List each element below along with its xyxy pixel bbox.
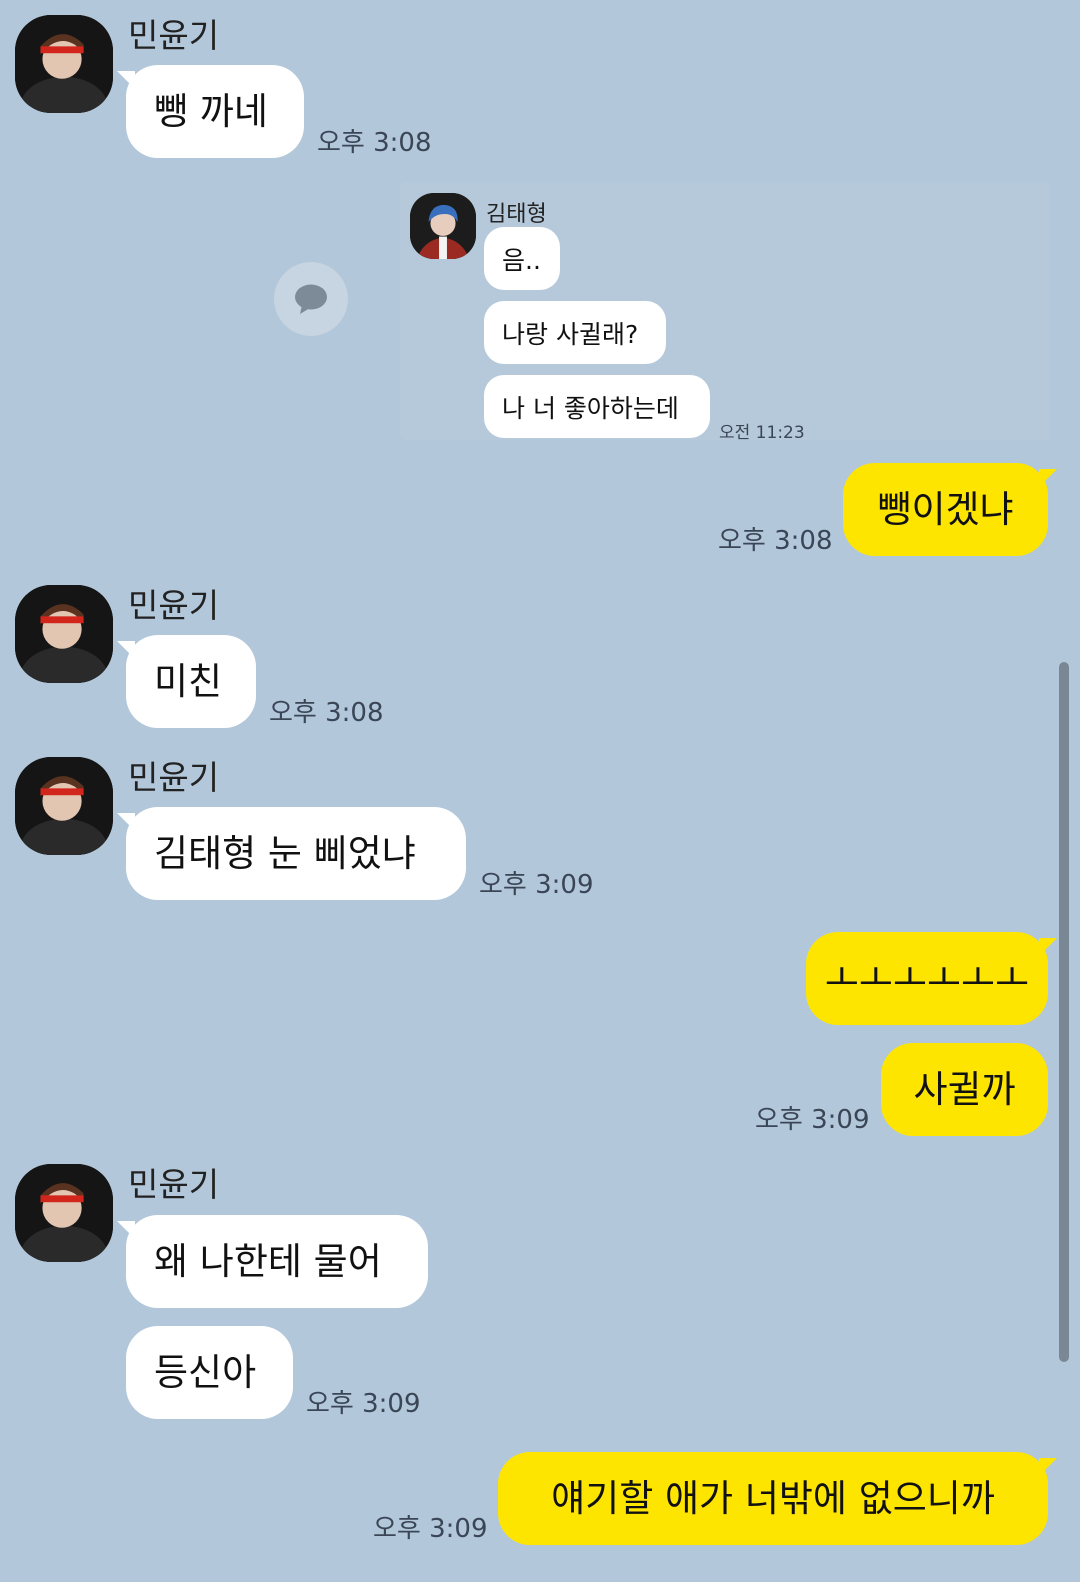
message-time: 오후 3:09 [373, 1514, 488, 1544]
profile-photo-icon [15, 757, 113, 855]
sender-name: 민윤기 [128, 758, 220, 797]
message-bubble[interactable]: 왜 나한테 물어 [117, 1215, 428, 1308]
profile-photo-icon [410, 193, 476, 259]
shared-message: 나랑 사귈래? [484, 301, 666, 364]
shared-message: 나 너 좋아하는데 [484, 375, 710, 438]
message-time: 오후 3:08 [718, 526, 833, 556]
message-time: 오후 3:09 [755, 1105, 870, 1135]
sender-name: 민윤기 [128, 1165, 220, 1204]
shared-avatar [410, 193, 476, 259]
message-bubble[interactable]: ㅗㅗㅗㅗㅗㅗ [806, 932, 1057, 1025]
shared-message-time: 오전 11:23 [719, 423, 805, 443]
profile-photo-icon [15, 15, 113, 113]
message-time: 오후 3:09 [306, 1389, 421, 1419]
message-bubble[interactable]: 뺑 까네 [117, 65, 304, 158]
chat-screen: { "colors": { "background": "#b2c7da", "… [0, 0, 1080, 1582]
message-bubble[interactable]: 등신아 [126, 1326, 293, 1419]
message-bubble[interactable]: 얘기할 애가 너밖에 없으니까 [498, 1452, 1057, 1545]
scrollbar[interactable] [1059, 662, 1069, 1362]
message-bubble[interactable]: 김태형 눈 삐었냐 [117, 807, 466, 900]
profile-photo-icon [15, 1164, 113, 1262]
message-time: 오후 3:08 [269, 698, 384, 728]
message-bubble[interactable]: 사귈까 [881, 1043, 1048, 1136]
sender-name: 민윤기 [128, 586, 220, 625]
speech-bubble-icon [295, 284, 327, 314]
message-time: 오후 3:08 [317, 128, 432, 158]
shared-sender-name: 김태형 [486, 202, 547, 227]
message-bubble[interactable]: 뺑이겠냐 [843, 463, 1057, 556]
avatar[interactable] [15, 1164, 113, 1262]
profile-photo-icon [15, 585, 113, 683]
sender-name: 민윤기 [128, 16, 220, 55]
message-time: 오후 3:09 [479, 870, 594, 900]
share-button[interactable] [274, 262, 348, 336]
avatar[interactable] [15, 15, 113, 113]
avatar[interactable] [15, 585, 113, 683]
shared-message: 음.. [484, 227, 560, 290]
message-bubble[interactable]: 미친 [117, 635, 256, 728]
avatar[interactable] [15, 757, 113, 855]
